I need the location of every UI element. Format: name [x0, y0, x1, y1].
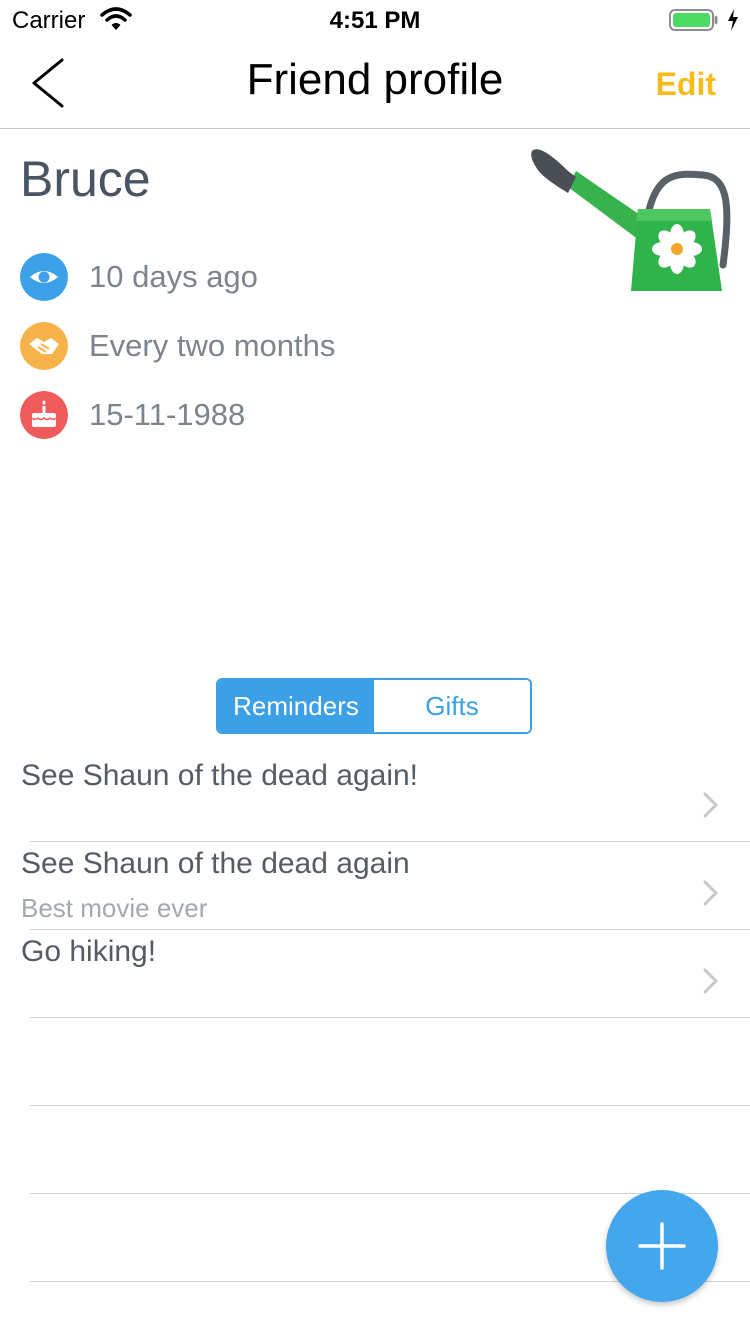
reminder-title: See Shaun of the dead again: [21, 847, 410, 880]
status-bar: Carrier 4:51 PM: [0, 0, 750, 40]
reminder-subtitle: Best movie ever: [21, 893, 208, 923]
chevron-right-icon: [703, 792, 718, 818]
reminder-title: See Shaun of the dead again!: [21, 759, 419, 792]
list-item[interactable]: See Shaun of the dead again Best movie e…: [0, 841, 750, 929]
cake-icon: [20, 391, 68, 439]
list-item[interactable]: Go hiking!: [0, 929, 750, 1017]
list-item[interactable]: See Shaun of the dead again!: [0, 753, 750, 841]
friend-name: Bruce: [20, 151, 151, 207]
nav-bar: Friend profile Edit: [0, 40, 750, 129]
birthday-text: 15-11-1988: [89, 397, 246, 432]
handshake-icon: [20, 322, 68, 370]
status-time: 4:51 PM: [329, 7, 421, 34]
battery-icon: [669, 9, 718, 31]
eye-icon: [20, 253, 68, 301]
add-reminder-button[interactable]: [606, 1190, 718, 1302]
reminder-title: Go hiking!: [21, 935, 157, 968]
last-seen-text: 10 days ago: [89, 259, 258, 294]
page-title: Friend profile: [246, 55, 504, 104]
reminders-gifts-segmented-control: Reminders Gifts: [216, 678, 532, 734]
chevron-right-icon: [703, 968, 718, 994]
edit-button[interactable]: Edit: [656, 66, 716, 103]
frequency-text: Every two months: [89, 328, 336, 363]
charging-icon: [728, 9, 738, 31]
watering-can-icon: [531, 149, 731, 291]
tab-reminders[interactable]: Reminders: [218, 680, 374, 732]
chevron-right-icon: [703, 880, 718, 906]
plus-icon: [638, 1222, 686, 1270]
tab-gifts[interactable]: Gifts: [374, 680, 530, 732]
row-divider: [30, 1017, 750, 1018]
row-divider: [30, 1105, 750, 1106]
last-seen-row: 10 days ago: [20, 253, 420, 303]
frequency-row: Every two months: [20, 322, 420, 372]
birthday-row: 15-11-1988: [20, 391, 420, 441]
